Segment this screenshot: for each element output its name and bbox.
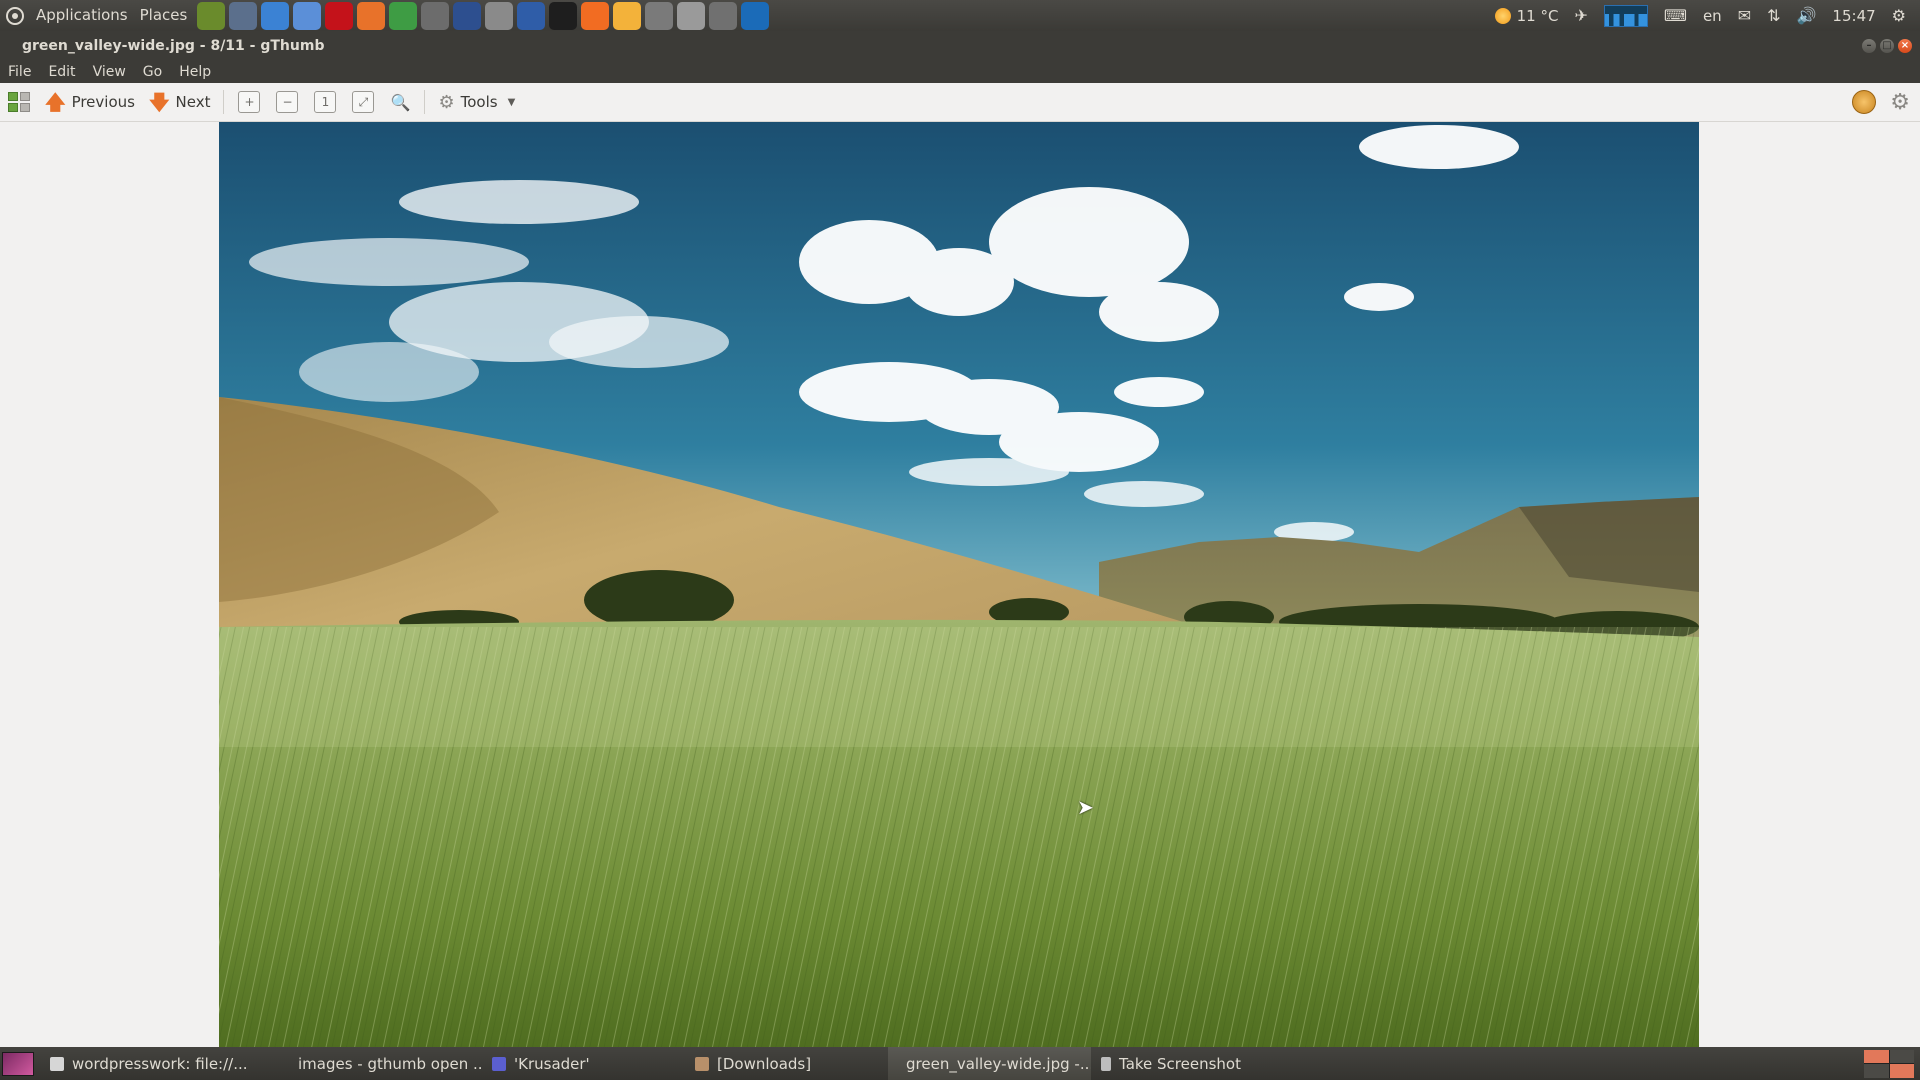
opera-icon[interactable] — [325, 1, 354, 30]
clock[interactable]: 15:47 — [1832, 7, 1875, 25]
next-button[interactable]: 🡇 Next — [142, 87, 218, 117]
show-desktop-icon[interactable] — [2, 1051, 34, 1076]
menu-help[interactable]: Help — [171, 64, 220, 80]
close-icon[interactable]: × — [1898, 39, 1912, 53]
launcher-bar — [197, 1, 770, 30]
wrench-icon[interactable] — [421, 1, 450, 30]
mouse-pointer-icon: ➤ — [1077, 795, 1094, 819]
zoom-search-icon[interactable]: 🔍 — [390, 92, 411, 112]
keyboard-icon[interactable]: ⌨ — [1664, 6, 1687, 25]
tools-gear-icon: ⚙ — [438, 91, 455, 113]
mail-icon[interactable]: ✉ — [1738, 6, 1751, 25]
system-monitor-icon[interactable] — [1603, 4, 1648, 27]
workspace-switcher[interactable] — [1864, 1049, 1914, 1078]
session-gear-icon[interactable]: ⚙ — [1892, 6, 1906, 25]
panel-menu: Applications Places — [0, 0, 191, 31]
steam-icon[interactable]: ✈ — [1574, 6, 1587, 25]
image-viewer[interactable]: ➤ — [0, 122, 1920, 1047]
ubuntu-logo-icon[interactable] — [6, 6, 24, 25]
taskbar-task-label: green_valley-wide.jpg -... — [906, 1054, 1091, 1073]
zoom-in-icon[interactable]: + — [238, 91, 261, 113]
browser-mode-icon[interactable] — [8, 92, 30, 112]
temperature-label: 11 °C — [1516, 6, 1559, 25]
landscape-photo[interactable] — [219, 122, 1699, 1047]
tools-label: Tools — [460, 93, 498, 111]
text-editor-icon — [50, 1056, 64, 1071]
toolbar: 🡅 Previous 🡇 Next + − 1 ⤢ 🔍 ⚙ Tools ▼ ⚙ — [0, 83, 1920, 122]
top-panel: Applications Places 11 °C ✈ ⌨ en ✉ ⇅ 🔊 1… — [0, 0, 1920, 31]
tools-icon[interactable] — [197, 1, 226, 30]
previous-label: Previous — [71, 93, 135, 111]
weather-sun-icon — [1494, 8, 1511, 24]
menu-edit[interactable]: Edit — [40, 64, 84, 80]
screenshot-tool-icon[interactable] — [453, 1, 482, 30]
network-icon[interactable] — [229, 1, 258, 30]
menu-go[interactable]: Go — [135, 64, 171, 80]
window-title: green_valley-wide.jpg - 8/11 - gThumb — [22, 38, 325, 54]
settings-gear-icon[interactable]: ⚙ — [1890, 90, 1910, 115]
firefox-icon[interactable] — [357, 1, 386, 30]
minimize-icon[interactable]: – — [1862, 39, 1876, 53]
taskbar-task-label: wordpresswork: file://... — [72, 1054, 248, 1073]
camera-icon[interactable] — [645, 1, 674, 30]
taskbar-task-label: Take Screenshot — [1119, 1054, 1241, 1073]
arrow-up-icon: 🡅 — [45, 90, 66, 114]
next-label: Next — [175, 93, 211, 111]
taskbar-task-label: [Downloads] — [717, 1054, 812, 1073]
toolbar-separator — [424, 90, 426, 114]
volume-icon[interactable]: 🔊 — [1797, 6, 1817, 25]
camera-alt-icon[interactable] — [677, 1, 706, 30]
toolbar-separator — [223, 90, 225, 114]
taskbar-task[interactable]: Take Screenshot — [1091, 1047, 1251, 1080]
menubar: File Edit View Go Help — [0, 61, 1920, 83]
arrow-down-icon: 🡇 — [148, 90, 170, 114]
taskbar-task[interactable]: images - gthumb open ... — [280, 1047, 482, 1080]
taskbar-task[interactable]: wordpresswork: file://... — [40, 1047, 280, 1080]
krusader-icon — [492, 1056, 506, 1071]
task-list: wordpresswork: file://... images - gthumb… — [40, 1047, 1251, 1080]
toolbar-right: ⚙ — [1852, 90, 1920, 115]
virtualbox-icon[interactable] — [741, 1, 770, 30]
taskbar-task[interactable]: 'Krusader' — [482, 1047, 685, 1080]
properties-icon[interactable] — [1852, 90, 1877, 114]
camera-icon — [1101, 1056, 1112, 1071]
terminal-icon[interactable] — [549, 1, 578, 30]
zoom-fit-icon[interactable]: ⤢ — [352, 91, 375, 113]
applications-menu[interactable]: Applications — [32, 0, 132, 31]
taskbar-task[interactable]: [Downloads] — [685, 1047, 888, 1080]
zoom-out-icon[interactable]: − — [276, 91, 299, 113]
chromium-icon[interactable] — [293, 1, 322, 30]
keyboard-layout-label[interactable]: en — [1703, 7, 1722, 25]
xampp-icon[interactable] — [581, 1, 610, 30]
taskbar-task-label: images - gthumb open ... — [298, 1054, 482, 1073]
places-menu[interactable]: Places — [136, 0, 192, 31]
tools-button[interactable]: ⚙ Tools ▼ — [431, 87, 522, 117]
menu-view[interactable]: View — [85, 64, 135, 80]
basket-icon[interactable] — [613, 1, 642, 30]
window-controls: – □ × — [1862, 39, 1920, 53]
taskbar-task[interactable]: green_valley-wide.jpg -... — [888, 1047, 1091, 1080]
network-icon[interactable]: ⇅ — [1767, 6, 1780, 25]
weather-indicator[interactable]: 11 °C — [1494, 6, 1559, 25]
taskbar-task-label: 'Krusader' — [514, 1054, 590, 1073]
text-editor-icon[interactable] — [485, 1, 514, 30]
landscape-image — [219, 122, 1699, 1047]
previous-button[interactable]: 🡅 Previous — [38, 87, 142, 117]
chevron-down-icon: ▼ — [507, 96, 516, 108]
actual-size-icon[interactable]: 1 — [314, 91, 337, 113]
taskbar: wordpresswork: file://... images - gthumb… — [0, 1047, 1920, 1080]
window-titlebar[interactable]: green_valley-wide.jpg - 8/11 - gThumb – … — [0, 31, 1920, 61]
chrome-icon[interactable] — [261, 1, 290, 30]
calculator-icon[interactable] — [709, 1, 738, 30]
folder-icon — [695, 1056, 709, 1071]
menu-file[interactable]: File — [0, 64, 40, 80]
maximize-icon[interactable]: □ — [1880, 39, 1894, 53]
remote-desktop-icon[interactable] — [517, 1, 546, 30]
chrome-alt-icon[interactable] — [389, 1, 418, 30]
system-tray: 11 °C ✈ ⌨ en ✉ ⇅ 🔊 15:47 ⚙ — [1494, 4, 1920, 27]
